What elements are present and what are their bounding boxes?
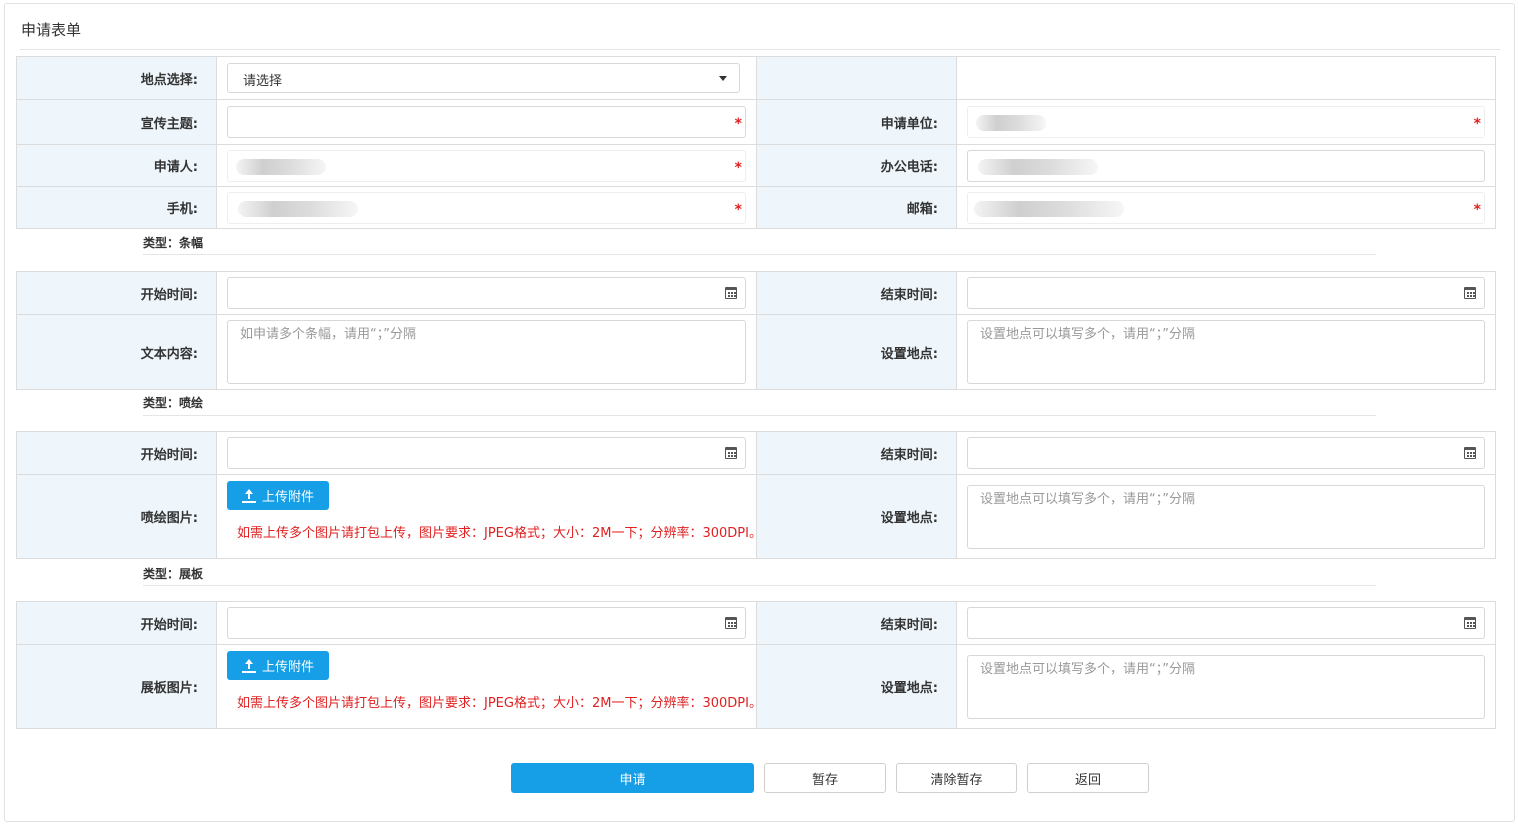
office-phone-label: 办公电话:: [756, 144, 957, 187]
place-textarea[interactable]: 设置地点可以填写多个，请用“；”分隔: [967, 654, 1485, 719]
start-time-input[interactable]: [227, 277, 746, 309]
applicant-input[interactable]: *: [227, 149, 746, 182]
section-divider: [143, 585, 1376, 586]
upload-note: 如需上传多个图片请打包上传，图片要求：JPEG格式；大小：2M一下；分辨率：30…: [237, 526, 762, 541]
redacted-value: [974, 200, 1124, 217]
start-time-label: 开始时间:: [16, 431, 217, 475]
location-select-value: 请选择: [243, 74, 283, 89]
location-label: 地点选择:: [16, 56, 217, 100]
title-divider: [20, 49, 1500, 50]
end-time-input[interactable]: [967, 607, 1485, 639]
place-textarea[interactable]: 设置地点可以填写多个，请用“；”分隔: [967, 484, 1485, 549]
section-divider: [143, 415, 1376, 416]
place-label: 设置地点:: [756, 474, 957, 559]
redacted-value: [238, 200, 358, 217]
back-button[interactable]: 返回: [1027, 763, 1149, 793]
calendar-icon[interactable]: [725, 287, 737, 299]
clear-draft-button[interactable]: 清除暂存: [896, 763, 1017, 793]
required-mark: *: [734, 116, 742, 132]
upload-icon: [242, 658, 256, 673]
start-time-input[interactable]: [227, 437, 746, 469]
upload-attachment-button[interactable]: 上传附件: [227, 481, 330, 510]
content-textarea[interactable]: 如申请多个条幅，请用“；”分隔: [227, 320, 746, 384]
start-time-input[interactable]: [227, 607, 746, 639]
email-input[interactable]: *: [967, 191, 1485, 224]
page-title: 申请表单: [21, 21, 82, 39]
calendar-icon[interactable]: [1464, 287, 1476, 299]
required-mark: *: [1473, 201, 1481, 218]
banner-table: 开始时间: 结束时间: 文本内容: 如申请多个条幅，请用“；”分隔 设置地点: …: [16, 271, 1496, 390]
place-textarea[interactable]: 设置地点可以填写多个，请用“；”分隔: [967, 320, 1485, 384]
save-draft-button[interactable]: 暂存: [764, 763, 886, 793]
email-label: 邮箱:: [756, 186, 957, 229]
basic-info-table: 地点选择: 请选择 宣传主题: * 申请单位: * 申请人: * 办公电话: 手…: [16, 56, 1496, 229]
section-divider: [143, 254, 1376, 255]
empty-label-cell: [756, 56, 957, 100]
required-mark: *: [1473, 116, 1481, 132]
empty-field-cell: [956, 56, 1496, 100]
upload-attachment-button[interactable]: 上传附件: [227, 651, 330, 680]
spray-table: 开始时间: 结束时间: 喷绘图片: 上传附件 如需上传多个图片请打包上传，图片要…: [16, 431, 1496, 559]
theme-label: 宣传主题:: [16, 99, 217, 145]
chevron-down-icon: [719, 76, 727, 81]
calendar-icon[interactable]: [725, 617, 737, 629]
place-label: 设置地点:: [756, 314, 957, 390]
section-heading-banner: 类型：条幅: [143, 236, 204, 250]
mobile-label: 手机:: [16, 186, 217, 229]
redacted-value: [978, 158, 1098, 175]
applicant-label: 申请人:: [16, 144, 217, 187]
spray-image-label: 喷绘图片:: [16, 474, 217, 559]
upload-note: 如需上传多个图片请打包上传，图片要求：JPEG格式；大小：2M一下；分辨率：30…: [237, 696, 762, 711]
section-heading-spray: 类型：喷绘: [143, 396, 204, 410]
unit-input[interactable]: *: [967, 106, 1485, 138]
required-mark: *: [734, 159, 742, 176]
board-image-label: 展板图片:: [16, 644, 217, 729]
office-phone-input[interactable]: [967, 149, 1485, 182]
board-table: 开始时间: 结束时间: 展板图片: 上传附件 如需上传多个图片请打包上传，图片要…: [16, 601, 1496, 729]
redacted-value: [976, 115, 1046, 131]
upload-button-label: 上传附件: [262, 660, 315, 675]
required-mark: *: [734, 201, 742, 218]
calendar-icon[interactable]: [725, 447, 737, 459]
end-time-input[interactable]: [967, 277, 1485, 309]
theme-input[interactable]: *: [227, 106, 746, 138]
end-time-label: 结束时间:: [756, 271, 957, 315]
end-time-label: 结束时间:: [756, 601, 957, 645]
calendar-icon[interactable]: [1464, 447, 1476, 459]
end-time-input[interactable]: [967, 437, 1485, 469]
upload-icon: [242, 488, 256, 503]
end-time-label: 结束时间:: [756, 431, 957, 475]
mobile-input[interactable]: *: [227, 191, 746, 224]
unit-label: 申请单位:: [756, 99, 957, 145]
redacted-value: [236, 158, 326, 175]
content-label: 文本内容:: [16, 314, 217, 390]
location-select[interactable]: 请选择: [227, 63, 740, 93]
section-heading-board: 类型：展板: [143, 567, 204, 581]
place-label: 设置地点:: [756, 644, 957, 729]
submit-button[interactable]: 申请: [511, 763, 754, 793]
start-time-label: 开始时间:: [16, 601, 217, 645]
calendar-icon[interactable]: [1464, 617, 1476, 629]
upload-button-label: 上传附件: [262, 490, 315, 505]
start-time-label: 开始时间:: [16, 271, 217, 315]
